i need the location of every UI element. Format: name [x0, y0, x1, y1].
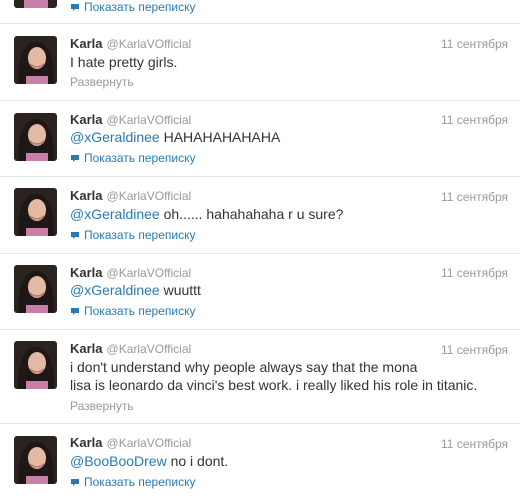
- tweet[interactable]: Karla @KarlaVOfficial 11 сентября @xGeral…: [0, 254, 520, 330]
- tweet-text-body: I hate pretty girls.: [70, 54, 178, 70]
- author-handle[interactable]: @KarlaVOfficial: [107, 436, 192, 450]
- author-handle[interactable]: @KarlaVOfficial: [107, 113, 192, 127]
- author-name[interactable]: Karla: [70, 188, 103, 203]
- timestamp[interactable]: 11 сентября: [441, 265, 508, 281]
- mention-link[interactable]: @xGeraldinee: [70, 129, 160, 145]
- mention-link[interactable]: @xGeraldinee: [70, 282, 160, 298]
- avatar[interactable]: [14, 36, 57, 84]
- tweet-text: @xGeraldinee HAHAHAHAHAHA: [70, 128, 500, 146]
- tweet-text: I hate pretty girls.: [70, 53, 500, 71]
- tweet-text-line-1: i don't understand why people always say…: [70, 359, 418, 375]
- expand-link[interactable]: Развернуть: [70, 75, 134, 89]
- author-handle[interactable]: @KarlaVOfficial: [107, 37, 192, 51]
- avatar[interactable]: [14, 341, 57, 389]
- avatar[interactable]: [14, 436, 57, 484]
- tweet-text-body: wuuttt: [159, 282, 201, 298]
- speech-bubble-icon: [70, 307, 80, 316]
- tweet-text: @xGeraldinee oh...... hahahahaha r u sur…: [70, 205, 500, 223]
- tweet-header: Karla @KarlaVOfficial: [70, 435, 191, 451]
- timestamp[interactable]: 11 сентября: [441, 189, 508, 205]
- tweet-text: @BooBooDrew no i dont.: [70, 452, 500, 470]
- tweet-header: Karla @KarlaVOfficial: [70, 265, 191, 281]
- tweet-text-body: no i dont.: [166, 453, 229, 469]
- previous-tweet-partial: Показать переписку: [0, 0, 520, 24]
- speech-bubble-icon: [70, 478, 80, 487]
- tweet-header: Karla @KarlaVOfficial: [70, 36, 191, 52]
- avatar[interactable]: [14, 188, 57, 236]
- speech-bubble-icon: [70, 154, 80, 163]
- author-name[interactable]: Karla: [70, 36, 103, 51]
- timestamp[interactable]: 11 сентября: [441, 436, 508, 452]
- author-handle[interactable]: @KarlaVOfficial: [107, 189, 192, 203]
- tweet-header: Karla @KarlaVOfficial: [70, 341, 191, 357]
- speech-bubble-icon: [70, 231, 80, 240]
- mention-link[interactable]: @BooBooDrew: [70, 453, 167, 469]
- speech-bubble-icon: [70, 3, 80, 12]
- author-name[interactable]: Karla: [70, 265, 103, 280]
- author-name[interactable]: Karla: [70, 435, 103, 450]
- expand-link[interactable]: Развернуть: [70, 399, 134, 413]
- tweet-text-body: oh...... hahahahaha r u sure?: [159, 206, 344, 222]
- tweet-text: @xGeraldinee wuuttt: [70, 281, 500, 299]
- tweet[interactable]: Karla @KarlaVOfficial 11 сентября I hate …: [0, 25, 520, 101]
- tweet-text-line-2: lisa is leonardo da vinci's best work. i…: [70, 377, 478, 393]
- author-name[interactable]: Karla: [70, 112, 103, 127]
- show-conversation-link[interactable]: Показать переписку: [70, 228, 195, 242]
- avatar[interactable]: [14, 265, 57, 313]
- tweet-header: Karla @KarlaVOfficial: [70, 188, 191, 204]
- tweet-timeline: Показать переписку Karla @KarlaVOfficial …: [0, 0, 520, 497]
- tweet[interactable]: Karla @KarlaVOfficial 11 сентября @xGeral…: [0, 177, 520, 254]
- timestamp[interactable]: 11 сентября: [441, 342, 508, 358]
- author-handle[interactable]: @KarlaVOfficial: [107, 266, 192, 280]
- tweet-header: Karla @KarlaVOfficial: [70, 112, 191, 128]
- timestamp[interactable]: 11 сентября: [441, 36, 508, 52]
- show-conversation-link[interactable]: Показать переписку: [70, 0, 195, 14]
- tweet[interactable]: Karla @KarlaVOfficial 11 сентября @BooBoo…: [0, 424, 520, 497]
- show-conversation-link[interactable]: Показать переписку: [70, 475, 195, 489]
- tweet-text: i don't understand why people always say…: [70, 358, 500, 394]
- show-conversation-link[interactable]: Показать переписку: [70, 304, 195, 318]
- author-name[interactable]: Karla: [70, 341, 103, 356]
- mention-link[interactable]: @xGeraldinee: [70, 206, 160, 222]
- tweet-text-body: HAHAHAHAHAHA: [159, 129, 281, 145]
- tweet[interactable]: Karla @KarlaVOfficial 11 сентября @xGeral…: [0, 101, 520, 177]
- avatar[interactable]: [14, 0, 57, 8]
- timestamp[interactable]: 11 сентября: [441, 112, 508, 128]
- show-conversation-link[interactable]: Показать переписку: [70, 151, 195, 165]
- tweet[interactable]: Karla @KarlaVOfficial 11 сентября i don't…: [0, 330, 520, 424]
- avatar[interactable]: [14, 113, 57, 161]
- author-handle[interactable]: @KarlaVOfficial: [107, 342, 192, 356]
